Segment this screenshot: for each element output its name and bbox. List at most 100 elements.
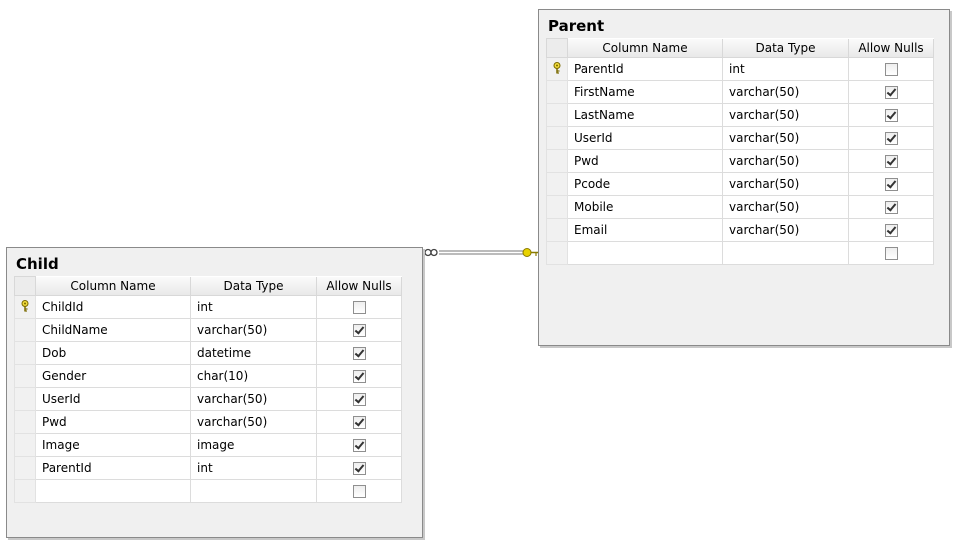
- allow-nulls-checkbox[interactable]: [352, 370, 366, 383]
- table-row[interactable]: [14, 479, 402, 503]
- row-selector[interactable]: [546, 149, 568, 173]
- row-selector[interactable]: [546, 218, 568, 242]
- table-row[interactable]: UserId varchar(50): [546, 126, 934, 150]
- row-selector[interactable]: [14, 318, 36, 342]
- table-row[interactable]: UserId varchar(50): [14, 387, 402, 411]
- allow-nulls-checkbox[interactable]: [884, 224, 898, 237]
- data-type-cell[interactable]: varchar(50): [722, 80, 849, 104]
- allow-nulls-checkbox[interactable]: [884, 201, 898, 214]
- allow-nulls-cell: [316, 456, 402, 480]
- data-type-cell[interactable]: varchar(50): [722, 218, 849, 242]
- parent-table[interactable]: Parent Column Name Data Type Allow Nulls…: [538, 9, 950, 346]
- data-type-cell[interactable]: char(10): [190, 364, 317, 388]
- data-type-cell[interactable]: varchar(50): [722, 172, 849, 196]
- table-row[interactable]: FirstName varchar(50): [546, 80, 934, 104]
- allow-nulls-checkbox[interactable]: [884, 109, 898, 122]
- column-name-cell[interactable]: UserId: [35, 387, 191, 411]
- data-type-cell[interactable]: varchar(50): [190, 410, 317, 434]
- table-row[interactable]: LastName varchar(50): [546, 103, 934, 127]
- allow-nulls-checkbox[interactable]: [352, 416, 366, 429]
- table-row[interactable]: ChildName varchar(50): [14, 318, 402, 342]
- column-name-cell[interactable]: [35, 479, 191, 503]
- column-name-cell[interactable]: Dob: [35, 341, 191, 365]
- row-selector[interactable]: [546, 57, 568, 81]
- column-name-cell[interactable]: FirstName: [567, 80, 723, 104]
- row-selector[interactable]: [546, 126, 568, 150]
- column-name-cell[interactable]: UserId: [567, 126, 723, 150]
- data-type-cell[interactable]: [190, 479, 317, 503]
- row-selector[interactable]: [14, 433, 36, 457]
- allow-nulls-checkbox[interactable]: [884, 178, 898, 191]
- allow-nulls-checkbox[interactable]: [352, 301, 366, 314]
- allow-nulls-checkbox[interactable]: [352, 439, 366, 452]
- allow-nulls-header: Allow Nulls: [316, 276, 402, 296]
- column-name-cell[interactable]: LastName: [567, 103, 723, 127]
- row-selector[interactable]: [546, 241, 568, 265]
- data-type-cell[interactable]: [722, 241, 849, 265]
- row-selector[interactable]: [546, 195, 568, 219]
- row-selector[interactable]: [14, 364, 36, 388]
- allow-nulls-cell: [316, 387, 402, 411]
- column-name-cell[interactable]: ParentId: [35, 456, 191, 480]
- allow-nulls-checkbox[interactable]: [884, 63, 898, 76]
- table-row[interactable]: Pwd varchar(50): [14, 410, 402, 434]
- row-selector[interactable]: [14, 341, 36, 365]
- column-name-cell[interactable]: ChildId: [35, 295, 191, 319]
- row-selector[interactable]: [546, 172, 568, 196]
- allow-nulls-cell: [848, 57, 934, 81]
- table-row[interactable]: Dob datetime: [14, 341, 402, 365]
- allow-nulls-checkbox[interactable]: [884, 132, 898, 145]
- data-type-cell[interactable]: int: [722, 57, 849, 81]
- table-row[interactable]: Pcode varchar(50): [546, 172, 934, 196]
- allow-nulls-checkbox[interactable]: [884, 86, 898, 99]
- data-type-cell[interactable]: varchar(50): [190, 387, 317, 411]
- column-name-header: Column Name: [567, 38, 723, 58]
- data-type-cell[interactable]: datetime: [190, 341, 317, 365]
- column-name-cell[interactable]: ParentId: [567, 57, 723, 81]
- data-type-cell[interactable]: image: [190, 433, 317, 457]
- allow-nulls-cell: [848, 241, 934, 265]
- table-row[interactable]: ChildId int: [14, 295, 402, 319]
- table-row[interactable]: ParentId int: [546, 57, 934, 81]
- allow-nulls-checkbox[interactable]: [884, 247, 898, 260]
- column-name-cell[interactable]: Pwd: [35, 410, 191, 434]
- allow-nulls-checkbox[interactable]: [352, 462, 366, 475]
- allow-nulls-checkbox[interactable]: [352, 324, 366, 337]
- row-selector[interactable]: [14, 456, 36, 480]
- column-name-cell[interactable]: [567, 241, 723, 265]
- column-name-cell[interactable]: ChildName: [35, 318, 191, 342]
- table-row[interactable]: [546, 241, 934, 265]
- table-row[interactable]: Mobile varchar(50): [546, 195, 934, 219]
- row-selector[interactable]: [546, 103, 568, 127]
- infinity-end-icon: [424, 248, 438, 257]
- data-type-cell[interactable]: varchar(50): [722, 149, 849, 173]
- allow-nulls-checkbox[interactable]: [352, 393, 366, 406]
- table-row[interactable]: Gender char(10): [14, 364, 402, 388]
- column-name-cell[interactable]: Pwd: [567, 149, 723, 173]
- data-type-cell[interactable]: varchar(50): [190, 318, 317, 342]
- primary-key-icon: [552, 61, 562, 77]
- table-row[interactable]: Image image: [14, 433, 402, 457]
- column-name-cell[interactable]: Pcode: [567, 172, 723, 196]
- allow-nulls-checkbox[interactable]: [352, 347, 366, 360]
- row-selector[interactable]: [14, 295, 36, 319]
- data-type-cell[interactable]: varchar(50): [722, 103, 849, 127]
- column-name-cell[interactable]: Email: [567, 218, 723, 242]
- row-selector[interactable]: [14, 410, 36, 434]
- allow-nulls-checkbox[interactable]: [352, 485, 366, 498]
- data-type-cell[interactable]: int: [190, 295, 317, 319]
- allow-nulls-checkbox[interactable]: [884, 155, 898, 168]
- column-name-cell[interactable]: Gender: [35, 364, 191, 388]
- row-selector[interactable]: [14, 479, 36, 503]
- table-row[interactable]: Pwd varchar(50): [546, 149, 934, 173]
- row-selector[interactable]: [546, 80, 568, 104]
- column-name-cell[interactable]: Mobile: [567, 195, 723, 219]
- data-type-cell[interactable]: varchar(50): [722, 195, 849, 219]
- row-selector[interactable]: [14, 387, 36, 411]
- data-type-cell[interactable]: int: [190, 456, 317, 480]
- table-row[interactable]: ParentId int: [14, 456, 402, 480]
- table-row[interactable]: Email varchar(50): [546, 218, 934, 242]
- child-table[interactable]: Child Column Name Data Type Allow Nulls …: [6, 247, 423, 538]
- data-type-cell[interactable]: varchar(50): [722, 126, 849, 150]
- column-name-cell[interactable]: Image: [35, 433, 191, 457]
